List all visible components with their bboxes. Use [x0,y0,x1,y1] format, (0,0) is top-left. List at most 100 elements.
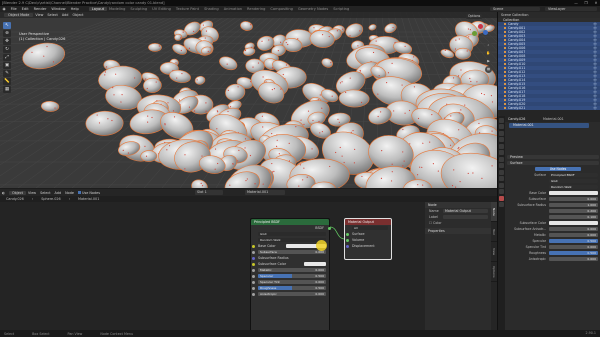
blender-logo-icon[interactable]: ◉ [0,7,8,11]
tab-uv-editing[interactable]: UV Editing [150,7,174,11]
world-tab-icon[interactable] [499,150,504,155]
candy-object[interactable] [140,150,158,162]
subsurface-radius-socket-icon[interactable] [252,256,255,260]
modifier-tab-icon[interactable] [499,163,504,168]
annotate-tool-icon[interactable]: ✎ [3,70,11,77]
move-tool-icon[interactable]: ✥ [3,38,11,45]
preview-panel-header[interactable]: Preview [507,154,599,160]
tab-shading[interactable]: Shading [202,7,222,11]
material-tab-icon[interactable] [499,195,504,201]
material-output-node[interactable]: Material Output All Surface Volume Displ… [344,218,392,260]
bsdf-output-socket-icon[interactable] [327,226,331,230]
outliner-item[interactable]: Candy.021 👁 [498,106,600,110]
specular-socket-icon[interactable] [252,274,255,278]
menu-window[interactable]: Window [49,7,68,11]
specular-tint-socket-icon[interactable] [252,280,255,284]
distribution-dropdown[interactable]: GGX [258,231,326,237]
properties-panel-header[interactable]: Properties [425,228,491,234]
zoom-icon[interactable]: ⌕ [485,42,492,49]
menu-help[interactable]: Help [68,7,81,11]
anisotropic-slider[interactable]: Anisotropic 0.000 [258,291,326,297]
output-tab-icon[interactable] [499,130,504,136]
shader-property-field[interactable]: 0.000 [549,244,598,250]
displacement-socket-icon[interactable] [346,244,349,248]
shader-property-field[interactable]: 0.200 [549,208,598,214]
output-target-dropdown[interactable]: All [352,225,388,231]
specular-slider[interactable]: Specular 0.500 [258,273,326,279]
view-layer-tab-icon[interactable] [499,137,504,142]
shader-type-dropdown[interactable]: Object [8,190,27,195]
shader-property-field[interactable]: 0.000 [549,196,598,202]
shader-property-field[interactable]: 0.500 [549,250,598,256]
node-canvas[interactable]: Principled BSDF BSDF GGX Random Walk Bas… [0,202,425,330]
data-tab-icon[interactable] [499,189,504,194]
particles-tab-icon[interactable] [499,169,504,175]
candy-object[interactable] [148,43,162,52]
texture-tab-icon[interactable] [499,202,504,207]
scene-tab-icon[interactable] [499,143,504,149]
viewport-menu-add[interactable]: Add [60,13,71,17]
camera-view-icon[interactable]: ▶ [485,58,492,65]
viewport-menu-select[interactable]: Select [45,13,59,17]
subsurface-color-socket-icon[interactable] [252,262,255,266]
surface-socket-icon[interactable] [346,232,349,236]
scene-selector[interactable]: Scene [490,7,540,11]
transform-tool-icon[interactable]: ▣ [3,62,11,69]
viewport-menu-object[interactable]: Object [70,13,85,17]
viewlayer-selector[interactable]: ViewLayer [545,7,597,11]
menu-render[interactable]: Render [31,7,49,11]
gizmo-x-axis-icon[interactable] [478,24,483,29]
subsurface-method-dropdown[interactable]: Random Walk [258,237,326,243]
breadcrumb-mesh[interactable]: Sphere.026 [41,197,61,201]
select-tool-icon[interactable]: ↖ [3,22,11,29]
outliner-panel[interactable]: Scene Collection Collection Candy 👁 Candy.… [497,12,600,116]
viewport-menu-view[interactable]: View [33,13,45,17]
viewport-options-button[interactable]: Options [466,14,483,19]
surface-shader-field[interactable]: Principled BSDF [549,172,598,178]
menu-file[interactable]: File [8,7,19,11]
tab-scripting[interactable]: Scripting [331,7,352,11]
shader-property-field[interactable]: 0.000 [549,226,598,232]
tab-texture-paint[interactable]: Texture Paint [173,7,201,11]
node-name-field[interactable]: Material Output [443,208,488,214]
shader-property-field[interactable]: 0.000 [549,232,598,238]
tab-sculpting[interactable]: Sculpting [128,7,150,11]
node-menu-add[interactable]: Add [53,191,64,195]
node-menu-select[interactable]: Select [38,191,52,195]
material-slot-dropdown[interactable]: Slot 1 [195,190,223,195]
tab-layout[interactable]: Layout [89,7,107,11]
tab-animation[interactable]: Animation [221,7,244,11]
breadcrumb-object[interactable]: Candy.026 [6,197,24,201]
menu-edit[interactable]: Edit [19,7,31,11]
shader-property-field[interactable]: 0.100 [549,214,598,220]
distribution-prop-dropdown[interactable]: GGX [549,178,598,184]
render-tab-icon[interactable] [499,124,504,129]
material-slot-item[interactable]: Material.001 [509,122,589,128]
roughness-socket-icon[interactable] [252,286,255,290]
use-nodes-button[interactable]: Use Nodes [535,166,581,172]
viewport-scene[interactable] [0,12,497,188]
tab-geometry-nodes[interactable]: Geometry Nodes [295,7,330,11]
tab-rendering[interactable]: Rendering [245,7,268,11]
ortho-grid-icon[interactable]: ▦ [485,66,492,73]
roughness-slider[interactable]: Roughness 0.500 [258,285,326,291]
specular-tint-slider[interactable]: Specular Tint 0.000 [258,279,326,285]
tab-modeling[interactable]: Modeling [107,7,128,11]
node-menu-node[interactable]: Node [63,191,76,195]
gizmo-z-axis-icon[interactable] [483,30,488,35]
shader-property-field[interactable] [549,190,598,196]
scale-tool-icon[interactable]: ⤢ [3,54,11,61]
rotate-tool-icon[interactable]: ↻ [3,46,11,53]
object-tab-icon[interactable] [499,156,504,162]
shader-property-field[interactable]: 1.000 [549,202,598,208]
tool-tab-icon[interactable] [499,117,504,123]
subsurface-slider[interactable]: Subsurface 0.000 [258,249,326,255]
material-name-field[interactable]: Material.001 [245,190,285,195]
shader-property-field[interactable]: 0.500 [549,238,598,244]
subsurface-method-prop-dropdown[interactable]: Random Walk [549,184,598,190]
pan-hand-icon[interactable]: ✋ [485,50,492,57]
object-mode-dropdown[interactable]: Object Mode [4,13,34,17]
shader-property-field[interactable] [549,220,598,226]
bsdf-to-surface-link[interactable] [329,226,346,240]
use-nodes-toggle[interactable]: Use Nodes [76,191,102,195]
